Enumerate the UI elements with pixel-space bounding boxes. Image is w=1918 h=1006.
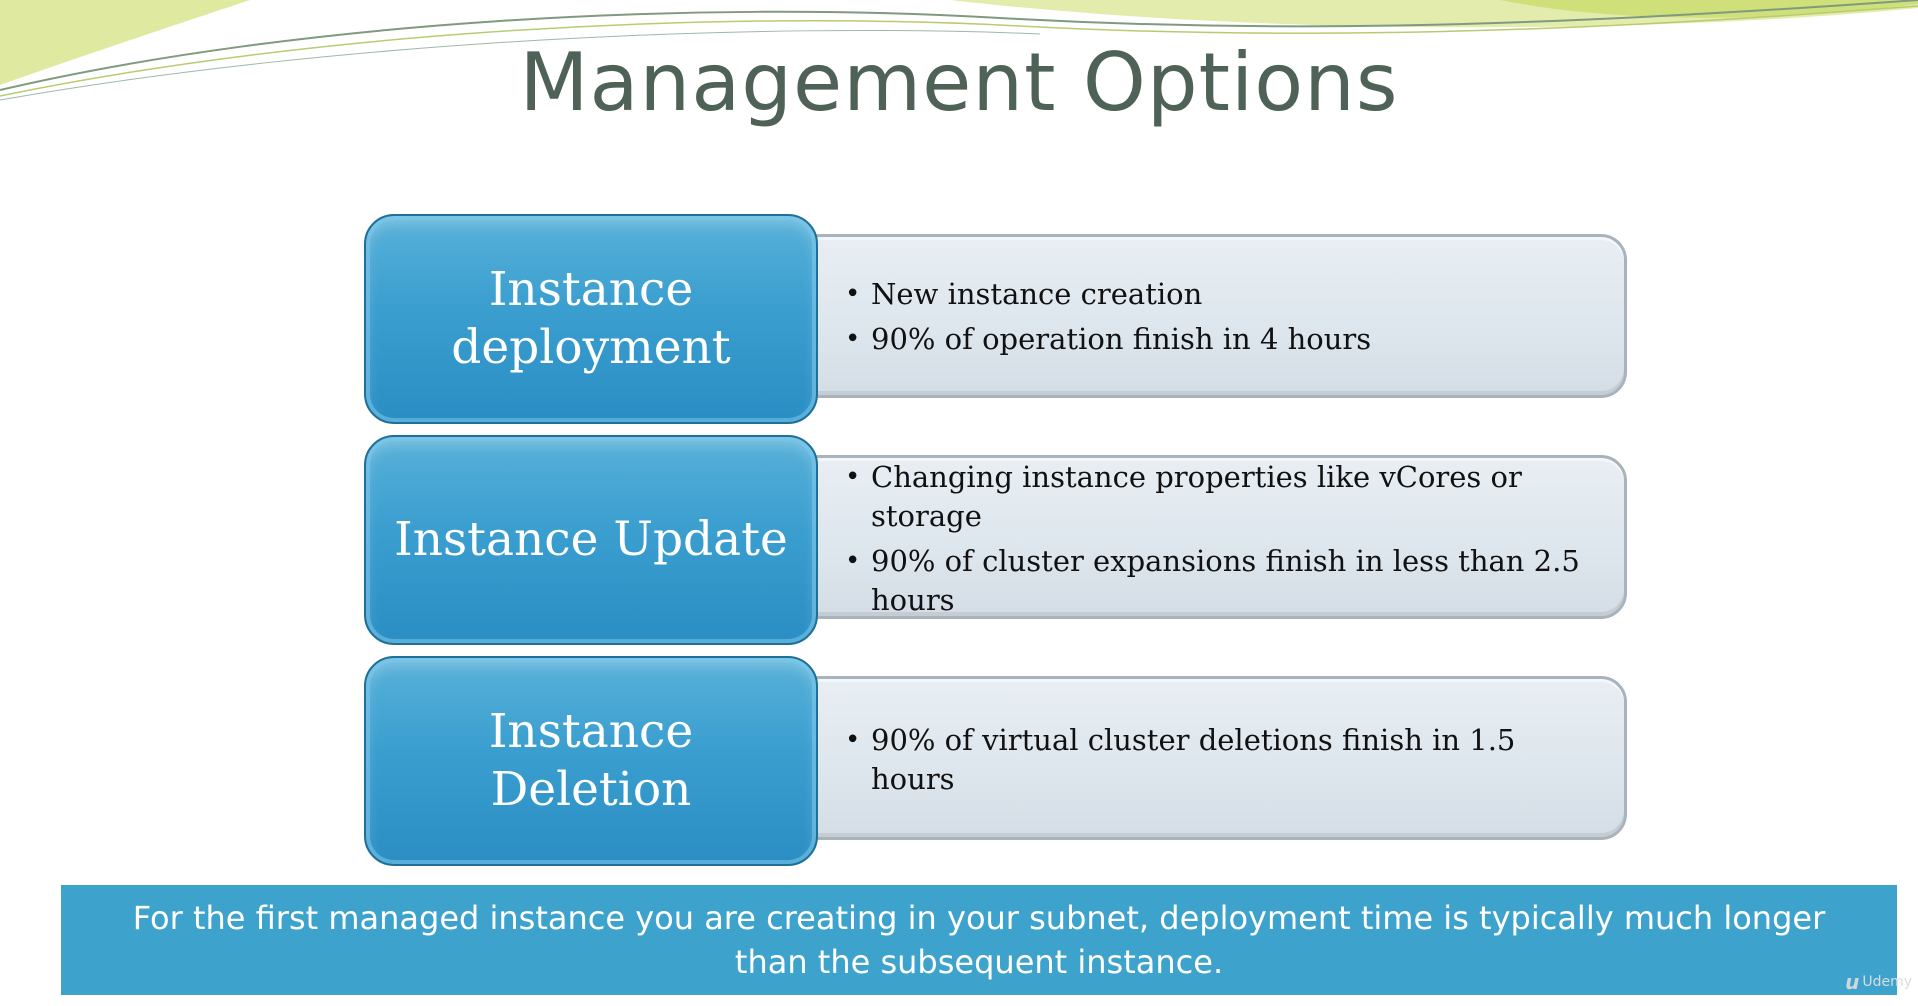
note-banner: For the first managed instance you are c… [61,885,1897,995]
bullet-text: 90% of virtual cluster deletions finish … [871,723,1516,796]
slide: Management Options • New instance creatio… [0,0,1918,1006]
bullet-item: • New instance creation [845,275,1594,314]
bullet-text: New instance creation [871,277,1203,311]
heading-box-deployment: Instance deployment [364,214,818,424]
bullet-text: Changing instance properties like vCores… [871,460,1522,533]
bullet-item: • Changing instance properties like vCore… [845,458,1594,536]
udemy-watermark: u Udemy [1845,970,1912,994]
bullet-icon: • [845,546,861,576]
heading-label: Instance Update [394,512,788,567]
bullet-icon: • [845,324,861,354]
bullet-item: • 90% of virtual cluster deletions finish… [845,721,1594,799]
bullet-list: • Changing instance properties like vCore… [845,458,1594,626]
bullet-list: • New instance creation • 90% of operation… [845,275,1594,365]
detail-box-deployment: • New instance creation • 90% of operation… [794,234,1627,398]
heading-box-deletion: Instance Deletion [364,656,818,866]
bullet-text: 90% of operation finish in 4 hours [871,322,1372,356]
note-text: For the first managed instance you are c… [132,899,1826,981]
option-row-deployment: • New instance creation • 90% of operation… [364,214,1632,424]
heading-label: Instance Deletion [488,704,694,817]
bullet-item: • 90% of operation finish in 4 hours [845,320,1594,359]
heading-label: Instance deployment [451,262,731,375]
bullet-list: • 90% of virtual cluster deletions finish… [845,721,1594,805]
bullet-icon: • [845,279,861,309]
bullet-text: 90% of cluster expansions finish in less… [871,544,1580,617]
watermark-text: Udemy [1862,974,1912,990]
detail-box-deletion: • 90% of virtual cluster deletions finish… [794,676,1627,840]
bullet-icon: • [845,725,861,755]
option-row-deletion: • 90% of virtual cluster deletions finish… [364,656,1632,866]
option-row-update: • Changing instance properties like vCore… [364,435,1632,645]
bullet-icon: • [845,462,861,492]
slide-title: Management Options [519,36,1399,129]
detail-box-update: • Changing instance properties like vCore… [794,455,1627,619]
bullet-item: • 90% of cluster expansions finish in les… [845,542,1594,620]
heading-box-update: Instance Update [364,435,818,645]
udemy-logo-icon: u [1845,970,1860,994]
